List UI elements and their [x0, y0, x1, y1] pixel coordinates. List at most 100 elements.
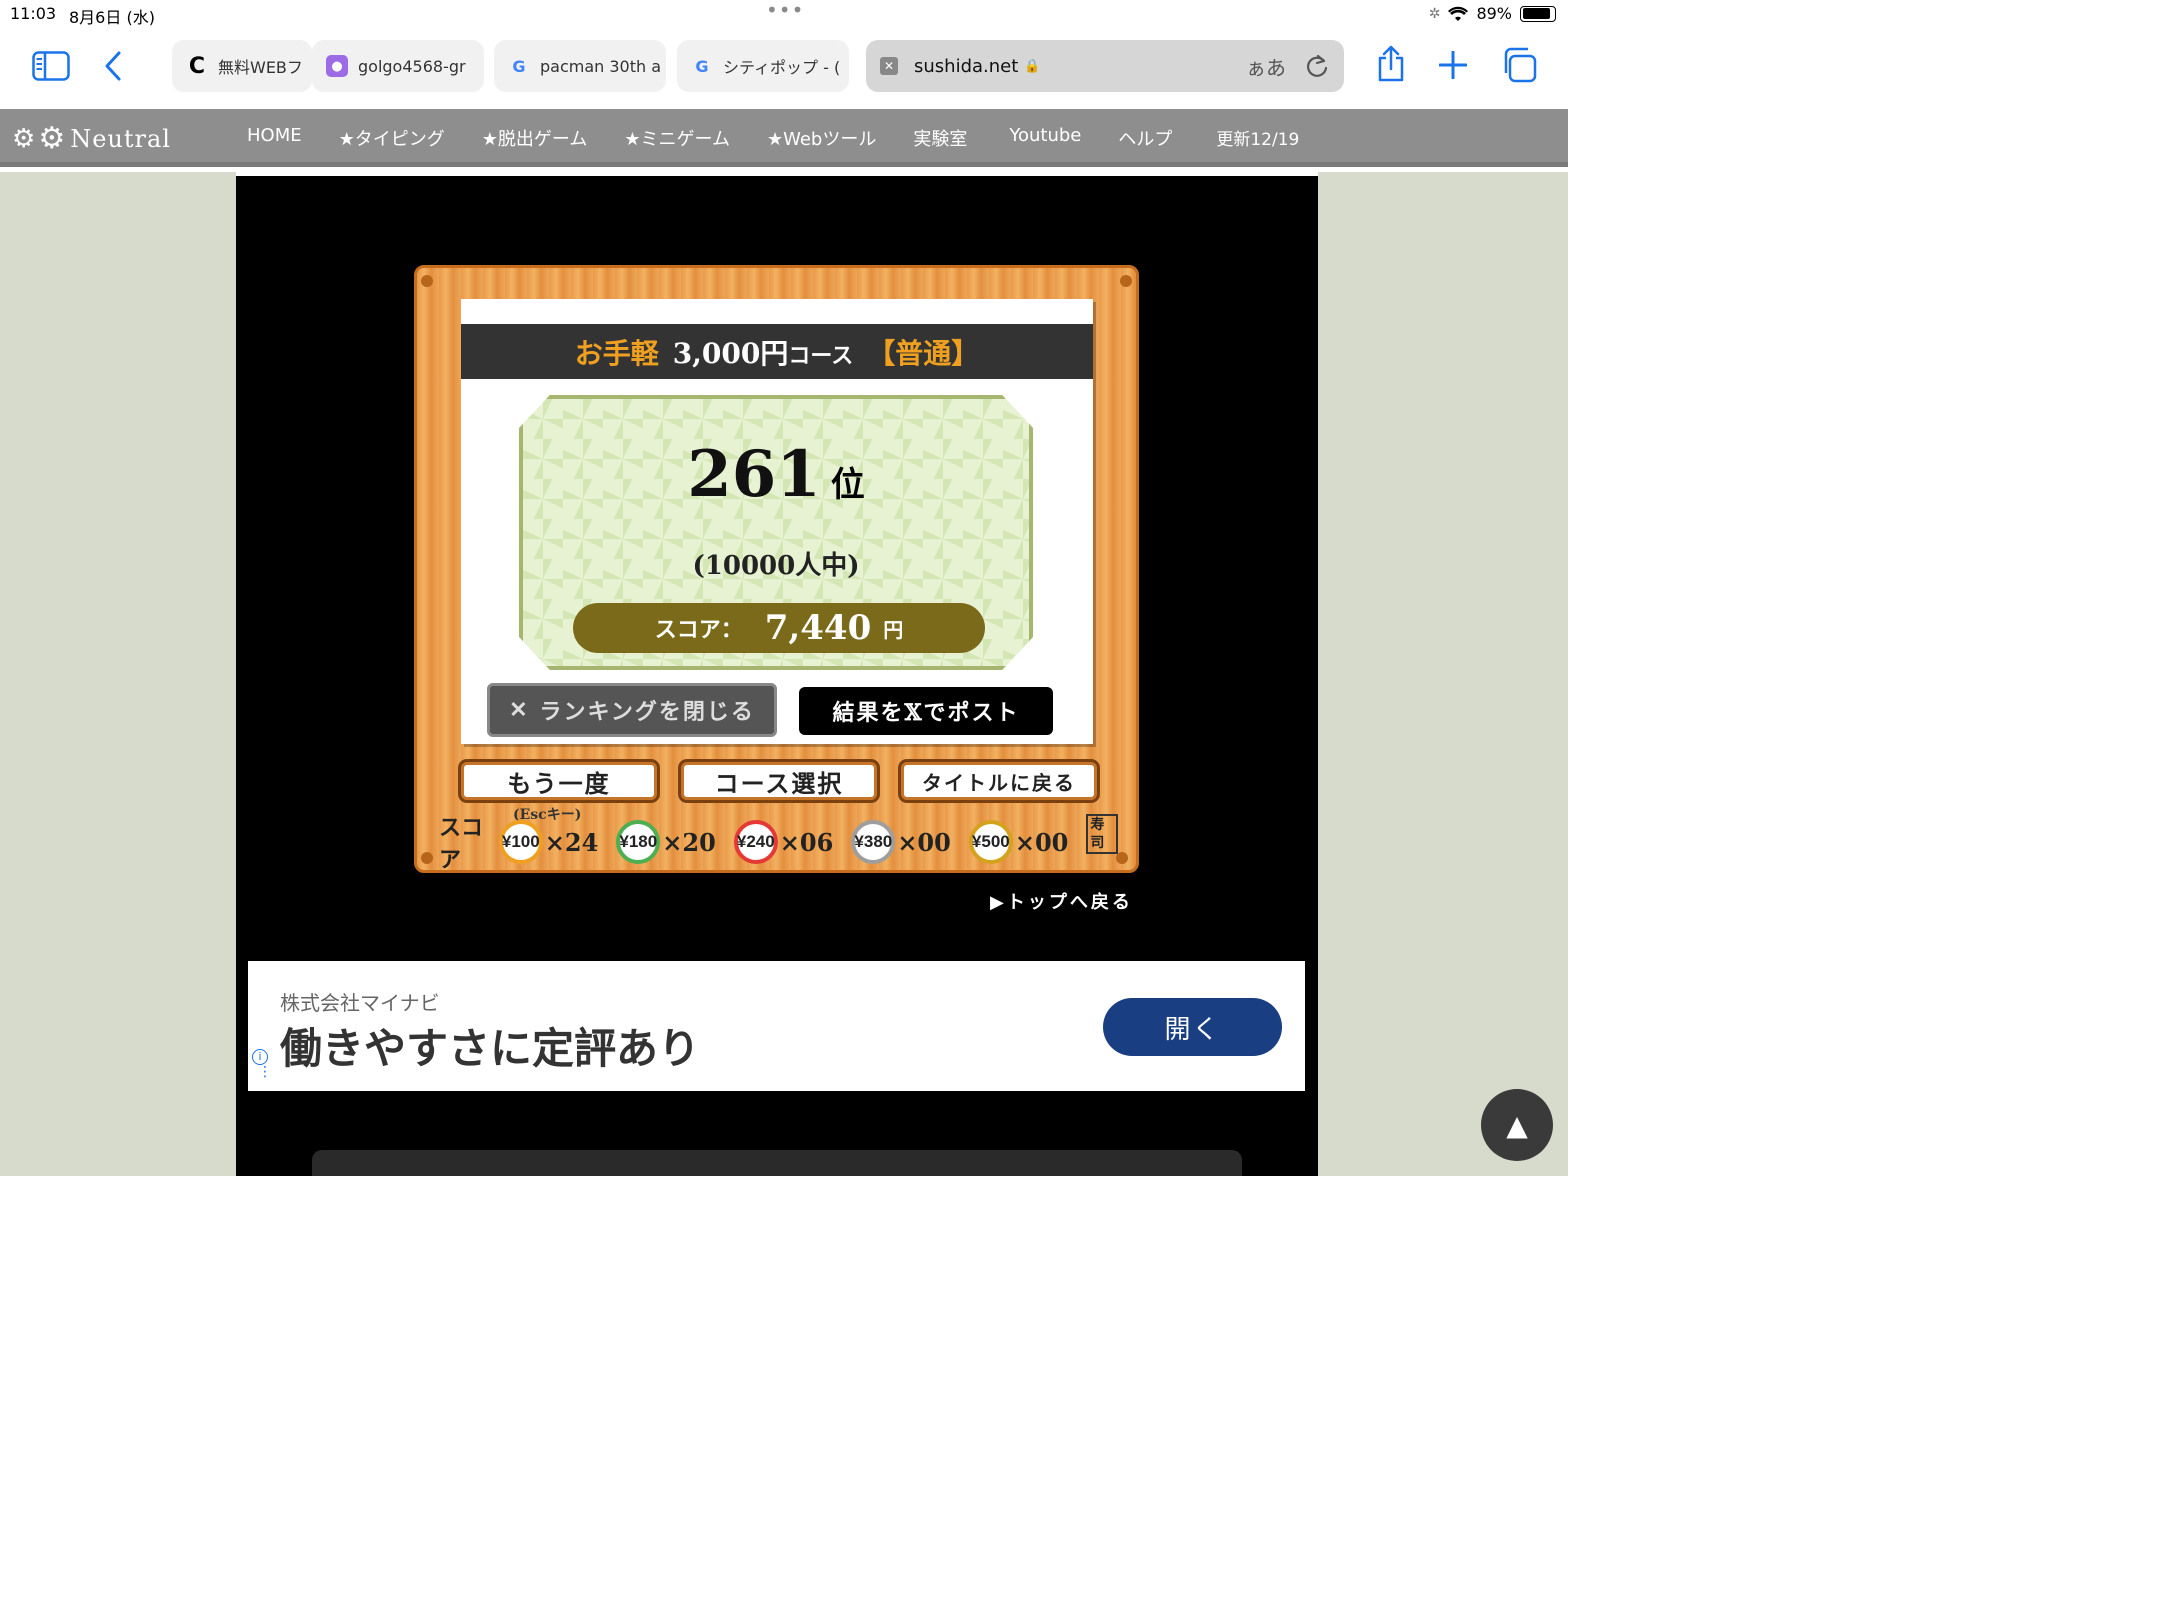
- course-price: 3,000円コース: [672, 336, 854, 370]
- plate-100: ¥100 ×24: [498, 820, 599, 864]
- lock-icon: 🔒: [1024, 58, 1041, 74]
- reader-button[interactable]: ぁあ: [1246, 52, 1286, 81]
- tab-1[interactable]: C 無料WEBフ: [172, 40, 312, 92]
- plate-count: ×06: [779, 827, 834, 857]
- multitask-dots[interactable]: •••: [766, 0, 804, 22]
- plate-icon: ¥180: [616, 820, 661, 864]
- result-paper: お手軽 3,000円コース 【普通】 261 位 (10000人中) スコア： 7…: [461, 299, 1093, 744]
- back-top-link[interactable]: ▶トップへ戻る: [990, 888, 1133, 914]
- course-level: 【普通】: [867, 336, 980, 370]
- rank-display: 261 位: [523, 437, 1029, 512]
- favicon-c-icon: C: [188, 53, 206, 79]
- plate-count: ×24: [544, 827, 599, 857]
- ad-company: 株式会社マイナビ: [280, 991, 440, 1015]
- ad-headline: 働きやすさに定評あり: [280, 1024, 701, 1073]
- close-ranking-button[interactable]: ✕ ランキングを閉じる: [487, 683, 777, 737]
- site-logo[interactable]: ⚙ ⚙ Neutral: [12, 121, 171, 156]
- retry-label: もう一度: [507, 768, 611, 798]
- logo-text: Neutral: [70, 124, 171, 153]
- right-margin: [1318, 172, 1568, 1176]
- seal-stamp-icon: 寿司: [1086, 814, 1118, 854]
- plate-icon: ¥380: [851, 820, 896, 864]
- nav-help[interactable]: ヘルプ: [1118, 125, 1172, 151]
- tab-label: シティポップ - (: [723, 58, 841, 77]
- status-time: 11:03: [10, 4, 57, 23]
- close-tab-icon[interactable]: ✕: [880, 57, 898, 75]
- result-board: お手軽 3,000円コース 【普通】 261 位 (10000人中) スコア： 7…: [414, 265, 1139, 873]
- tab-3[interactable]: G pacman 30th a: [494, 40, 666, 92]
- address-text[interactable]: sushida.net: [914, 56, 1018, 77]
- tab-label: pacman 30th a: [540, 56, 662, 76]
- score-value: 7,440: [764, 608, 872, 648]
- score-unit: 円: [883, 617, 904, 642]
- post-result-button[interactable]: 結果を𝕏でポスト: [799, 687, 1053, 735]
- nav-home[interactable]: HOME: [247, 125, 302, 151]
- pin-icon: [1120, 275, 1132, 287]
- score-bar: スコア： 7,440 円: [573, 603, 985, 653]
- google-icon: G: [512, 56, 526, 76]
- tab-active-sushida[interactable]: ✕ sushida.net 🔒 ぁあ: [866, 40, 1344, 92]
- favicon-balloon-icon: ●: [326, 55, 348, 77]
- ad-banner[interactable]: 株式会社マイナビ 働きやすさに定評あり i ⋮ 開く: [248, 961, 1305, 1091]
- browser-toolbar: C 無料WEBフ ● golgo4568-gr G pacman 30th a …: [0, 30, 1568, 109]
- plate-380: ¥380 ×00: [851, 820, 951, 864]
- nav-updated[interactable]: 更新12/19: [1216, 125, 1299, 151]
- wifi-icon: [1448, 6, 1469, 21]
- new-tab-icon[interactable]: [1436, 48, 1470, 82]
- ad-info-icon[interactable]: i: [252, 1049, 268, 1065]
- plate-icon: ¥240: [733, 820, 778, 864]
- plate-icon: ¥500: [968, 820, 1013, 864]
- battery-percent: 89%: [1476, 4, 1512, 23]
- plate-180: ¥180 ×20: [616, 820, 716, 864]
- plate-count: ×20: [662, 827, 716, 857]
- page-top-button[interactable]: ▲: [1481, 1089, 1553, 1161]
- back-title-label: タイトルに戻る: [922, 770, 1076, 795]
- ad-open-button[interactable]: 開く: [1103, 998, 1282, 1056]
- gear-icon: ⚙: [38, 121, 67, 156]
- rank-unit: 位: [830, 465, 865, 505]
- rank-card: 261 位 (10000人中) スコア： 7,440 円: [519, 395, 1033, 670]
- pin-icon: [421, 275, 433, 287]
- plate-count: ×00: [897, 827, 951, 857]
- nav-lab[interactable]: 実験室: [913, 125, 967, 151]
- tab-4[interactable]: G シティポップ - (: [677, 40, 849, 92]
- plate-summary: スコア ¥100 ×24 ¥180 ×20 ¥240 ×06 ¥380 ×00 ¥500…: [417, 814, 1136, 873]
- sidebar-icon[interactable]: [32, 50, 70, 82]
- rank-number: 261: [687, 437, 821, 512]
- ad-menu-icon[interactable]: ⋮: [258, 1065, 272, 1079]
- gear-icon: ⚙: [12, 123, 37, 154]
- bottom-bar: [312, 1150, 1242, 1176]
- up-arrow-icon: ▲: [1506, 1108, 1528, 1142]
- course-select-button[interactable]: コース選択: [681, 762, 877, 800]
- tab-2[interactable]: ● golgo4568-gr: [312, 40, 484, 92]
- course-title: お手軽 3,000円コース 【普通】: [461, 324, 1093, 379]
- close-ranking-label: ランキングを閉じる: [539, 699, 755, 725]
- back-title-button[interactable]: タイトルに戻る: [901, 762, 1097, 800]
- course-mode: お手軽: [574, 336, 659, 370]
- share-icon[interactable]: [1374, 44, 1408, 84]
- status-date: 8月6日 (水): [69, 8, 155, 27]
- nav-minigame[interactable]: ★ミニゲーム: [624, 125, 730, 151]
- google-icon: G: [695, 56, 709, 76]
- nav-webtool[interactable]: ★Webツール: [767, 125, 876, 151]
- left-margin: [0, 172, 236, 1176]
- tab-overview-icon[interactable]: [1500, 46, 1538, 84]
- nav-youtube[interactable]: Youtube: [1009, 125, 1081, 151]
- post-result-label: 結果を𝕏でポスト: [832, 700, 1020, 726]
- course-select-label: コース選択: [714, 768, 844, 798]
- close-icon: ✕: [509, 697, 530, 723]
- site-nav: ⚙ ⚙ Neutral HOME ★タイピング ★脱出ゲーム ★ミニゲーム ★W…: [0, 109, 1568, 167]
- plate-500: ¥500 ×00: [968, 820, 1069, 864]
- chips-label: スコア: [439, 815, 484, 873]
- retry-button[interactable]: もう一度: [461, 762, 657, 800]
- plate-count: ×00: [1014, 827, 1069, 857]
- reload-icon[interactable]: [1304, 53, 1330, 79]
- plate-240: ¥240 ×06: [733, 820, 834, 864]
- back-icon[interactable]: [98, 48, 128, 84]
- score-label: スコア：: [654, 617, 743, 643]
- battery-icon: [1520, 5, 1556, 22]
- loading-icon: ✲: [1428, 5, 1441, 22]
- tab-label: 無料WEBフ: [218, 58, 303, 77]
- nav-escape[interactable]: ★脱出ゲーム: [482, 125, 588, 151]
- nav-typing[interactable]: ★タイピング: [339, 125, 445, 151]
